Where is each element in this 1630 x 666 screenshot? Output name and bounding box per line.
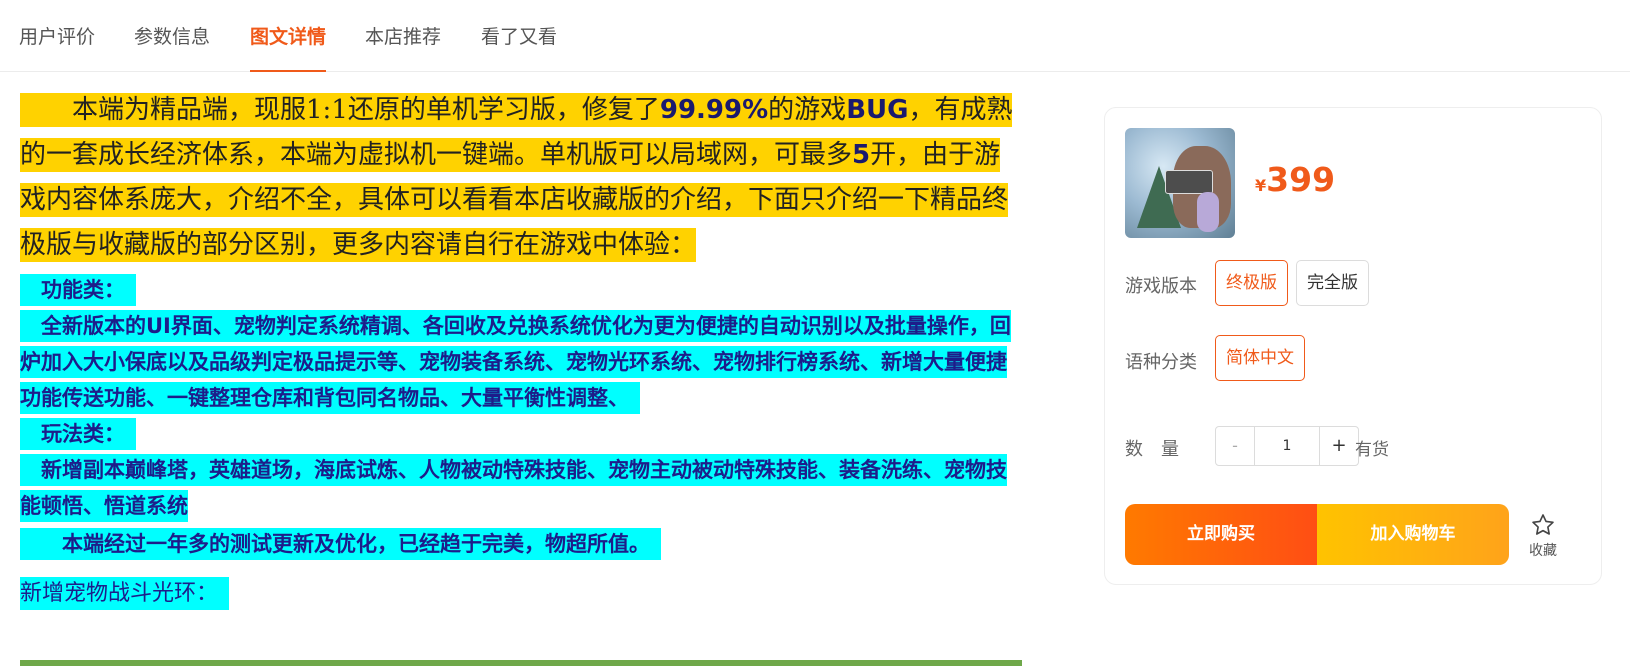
quantity-stepper: - + [1215, 426, 1359, 466]
summary-text: 本端经过一年多的测试更新及优化，已经趋于完美，物超所值。 [20, 526, 1022, 562]
gameplay-heading: 玩法类： [20, 416, 1022, 452]
option-complete-version[interactable]: 完全版 [1296, 260, 1369, 306]
version-label: 游戏版本 [1125, 276, 1197, 297]
game-screenshot-image [20, 660, 1022, 666]
intro-bold: BUG [846, 95, 909, 125]
feature-text: 全新版本的UI界面、宠物判定系统精调、各回收及兑换系统优化为更为便捷的自动识别以… [20, 308, 1022, 416]
intro-text: 本端为精品端，现服1:1还原的单机学习版，修复了 [72, 95, 660, 125]
price-currency: ¥ [1255, 176, 1267, 195]
product-thumbnail[interactable] [1125, 128, 1235, 238]
price-value: 399 [1266, 160, 1336, 199]
option-simplified-chinese[interactable]: 简体中文 [1215, 335, 1305, 381]
intro-bold: 99.99% [659, 95, 769, 125]
quantity-decrease-button[interactable]: - [1215, 426, 1255, 466]
quantity-label: 数 量 [1125, 439, 1179, 460]
favorite-button[interactable]: 收藏 [1523, 512, 1563, 560]
feature-heading: 功能类： [20, 272, 1022, 308]
add-to-cart-button[interactable]: 加入购物车 [1317, 504, 1509, 565]
gameplay-text: 新增副本巅峰塔，英雄道场，海底试炼、人物被动特殊技能、宠物主动被动特殊技能、装备… [20, 452, 1022, 524]
stock-status: 有货 [1355, 440, 1389, 460]
tab-specs[interactable]: 参数信息 [134, 22, 210, 72]
star-outline-icon [1532, 514, 1554, 535]
intro-paragraph: 本端为精品端，现服1:1还原的单机学习版，修复了99.99%的游戏BUG，有成熟… [20, 88, 1022, 268]
tab-store-recommend[interactable]: 本店推荐 [365, 22, 441, 72]
favorite-label: 收藏 [1529, 543, 1557, 559]
intro-text: 的游戏 [768, 95, 847, 125]
quantity-input[interactable] [1255, 426, 1319, 466]
product-price: ¥399 [1255, 160, 1335, 199]
option-ultimate-version[interactable]: 终极版 [1215, 260, 1288, 306]
quantity-increase-button[interactable]: + [1319, 426, 1359, 466]
buy-now-button[interactable]: 立即购买 [1125, 504, 1317, 565]
intro-bold: 5 [852, 140, 871, 170]
tab-details[interactable]: 图文详情 [250, 22, 327, 72]
tab-also-viewed[interactable]: 看了又看 [481, 22, 557, 72]
detail-tabs: 用户评价 参数信息 图文详情 本店推荐 看了又看 [0, 0, 1630, 72]
language-label: 语种分类 [1125, 352, 1197, 373]
pet-aura-heading: 新增宠物战斗光环： [20, 576, 1022, 612]
product-description: 本端为精品端，现服1:1还原的单机学习版，修复了99.99%的游戏BUG，有成熟… [20, 88, 1022, 612]
purchase-panel: ¥399 游戏版本 终极版 完全版 语种分类 简体中文 数 量 - + 有货 立… [1104, 107, 1602, 585]
tab-reviews[interactable]: 用户评价 [19, 22, 95, 72]
